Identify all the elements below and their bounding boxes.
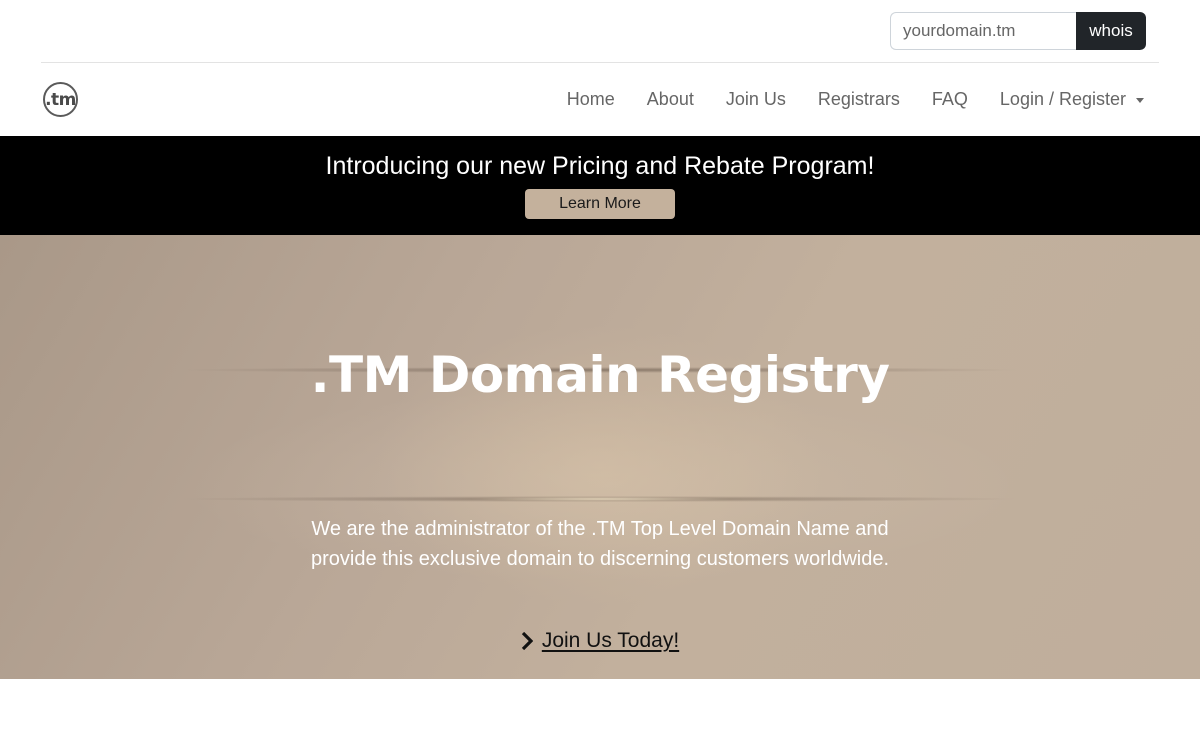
nav-faq[interactable]: FAQ bbox=[932, 87, 968, 111]
nav-login-register-dropdown[interactable]: Login / Register bbox=[1000, 87, 1144, 111]
hero-section: .TM Domain Registry We are the administr… bbox=[0, 235, 1200, 679]
nav-login-register-label: Login / Register bbox=[999, 89, 1126, 109]
whois-form: whois bbox=[890, 12, 1146, 50]
promo-title: Introducing our new Pricing and Rebate P… bbox=[325, 152, 875, 180]
join-us-today-link[interactable]: Join Us Today! bbox=[542, 629, 679, 653]
join-us-cta: Join Us Today! bbox=[0, 629, 1200, 653]
promo-banner: Introducing our new Pricing and Rebate P… bbox=[0, 136, 1200, 235]
nav-about[interactable]: About bbox=[647, 87, 694, 111]
caret-down-icon bbox=[1136, 97, 1144, 103]
learn-more-button[interactable]: Learn More bbox=[525, 189, 675, 219]
utility-bar: whois bbox=[0, 0, 1200, 62]
nav-links: Home About Join Us Registrars FAQ Login … bbox=[567, 87, 1144, 111]
hero-description: We are the administrator of the .TM Top … bbox=[310, 518, 890, 570]
hero-title: .TM Domain Registry bbox=[310, 346, 890, 404]
nav-join-us[interactable]: Join Us bbox=[726, 87, 786, 111]
nav-registrars[interactable]: Registrars bbox=[818, 87, 900, 111]
tm-logo-icon[interactable]: .tm bbox=[43, 82, 78, 117]
nav-home[interactable]: Home bbox=[567, 87, 615, 111]
main-navbar: .tm Home About Join Us Registrars FAQ Lo… bbox=[0, 63, 1200, 136]
chevron-right-icon bbox=[521, 632, 533, 650]
whois-domain-input[interactable] bbox=[890, 12, 1076, 50]
hero-light-streak bbox=[470, 497, 730, 501]
hero-glow bbox=[0, 235, 1200, 679]
whois-button[interactable]: whois bbox=[1076, 12, 1146, 50]
